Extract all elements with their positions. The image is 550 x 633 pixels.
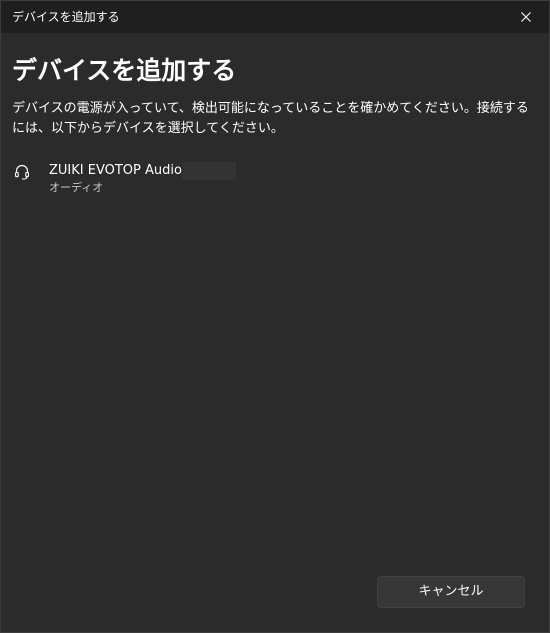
add-device-dialog: デバイスを追加する デバイスを追加する デバイスの電源が入っていて、検出可能にな… [0, 0, 550, 633]
device-list-item[interactable]: ZUIKI EVOTOP Audio オーディオ [7, 157, 543, 199]
headset-icon [15, 164, 29, 180]
title-bar[interactable]: デバイスを追加する [1, 1, 549, 33]
device-name: ZUIKI EVOTOP Audio [49, 163, 182, 178]
close-icon [521, 12, 531, 22]
window-title: デバイスを追加する [12, 10, 120, 24]
close-button[interactable] [503, 1, 549, 33]
instructions-text: デバイスの電源が入っていて、検出可能になっていることを確かめてください。接続する… [12, 101, 529, 136]
page-title: デバイスを追加する [12, 56, 237, 85]
device-type: オーディオ [49, 181, 104, 194]
dialog-content: デバイスを追加する デバイスの電源が入っていて、検出可能になっていることを確かめ… [1, 33, 549, 632]
redacted-area [182, 162, 236, 180]
cancel-button[interactable]: キャンセル [377, 576, 525, 608]
